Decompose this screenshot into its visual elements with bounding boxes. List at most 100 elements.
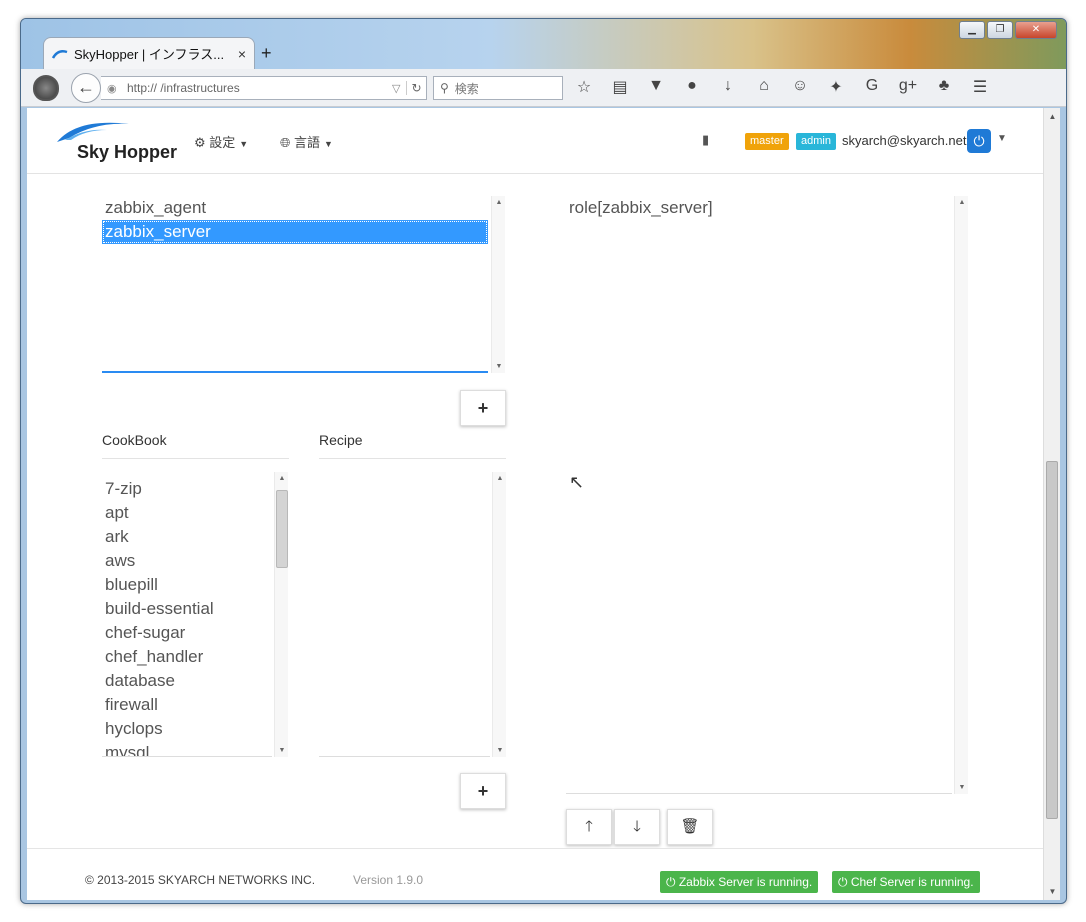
extension-icon[interactable]: ● — [681, 77, 703, 97]
add-recipe-button[interactable]: + — [460, 773, 506, 809]
cookbook-listbox[interactable]: 7-zip apt ark aws bluepill build-essential che… — [102, 477, 272, 757]
gears-icon: ⚙ — [194, 135, 206, 150]
power-icon[interactable]: ⏻ — [967, 129, 991, 153]
page-scrollbar[interactable]: ▲ ▼ — [1043, 108, 1060, 900]
add-role-button[interactable]: + — [460, 390, 506, 426]
page-info-icon[interactable]: ◉ — [107, 82, 121, 95]
chef-status-badge: ⏻ Chef Server is running. — [832, 871, 980, 893]
search-input[interactable]: ⚲ 検索 — [433, 76, 563, 100]
settings-menu[interactable]: ⚙ 設定 ▼ — [194, 132, 248, 151]
scroll-up-icon[interactable]: ▲ — [275, 475, 289, 482]
url-bar[interactable]: ◉ http:// /infrastructures ▽ ↻ — [101, 76, 427, 100]
cookbook-item[interactable]: chef-sugar — [102, 621, 272, 645]
admin-badge: admin — [796, 133, 836, 150]
runlist-item[interactable]: role[zabbix_server] — [566, 196, 952, 220]
app-header: Sky Hopper ⚙ 設定 ▼ 🌐︎ 言語 ▼ ▮ master admin s… — [27, 108, 1043, 174]
cookbook-item[interactable]: 7-zip — [102, 477, 272, 501]
scroll-up-icon[interactable]: ▲ — [1044, 108, 1061, 125]
reading-list-icon[interactable]: ▤ — [609, 77, 631, 97]
pocket-icon[interactable]: ▼ — [645, 77, 667, 97]
scroll-down-icon[interactable]: ▼ — [493, 747, 507, 754]
bookmark-star-icon[interactable]: ☆ — [573, 77, 595, 97]
logo-text: Sky Hopper — [77, 142, 178, 162]
browser-tab[interactable]: SkyHopper | インフラス... × — [43, 37, 255, 69]
close-window-button[interactable]: ✕ — [1015, 21, 1057, 39]
settings-menu-label: 設定 — [209, 135, 236, 150]
url-text[interactable]: http:// /infrastructures — [121, 81, 386, 95]
cookbook-item[interactable]: apt — [102, 501, 272, 525]
menu-icon[interactable]: ☰ — [969, 77, 991, 97]
recipe-listbox[interactable] — [319, 472, 490, 757]
comment-icon[interactable]: ▮ — [702, 132, 709, 148]
cookbook-heading: CookBook — [102, 432, 289, 459]
delete-button[interactable]: 🗑︎ — [667, 809, 713, 845]
scroll-up-icon[interactable]: ▲ — [493, 475, 507, 482]
runlist-scrollbar[interactable]: ▲ ▼ — [954, 196, 968, 794]
cookbook-item[interactable]: firewall — [102, 693, 272, 717]
roles-scrollbar[interactable]: ▲ ▼ — [491, 196, 505, 373]
shield-icon[interactable] — [33, 75, 59, 101]
search-placeholder: 検索 — [454, 81, 479, 96]
language-menu-label: 言語 — [294, 135, 321, 150]
move-down-button[interactable]: 🡓 — [614, 809, 660, 845]
browser-toolbar: ← ◉ http:// /infrastructures ▽ ↻ ⚲ 検索 ☆ … — [21, 69, 1066, 107]
power-icon: ⏻ — [838, 875, 848, 889]
download-icon[interactable]: ↓ — [717, 77, 739, 97]
recipe-scrollbar[interactable]: ▲ ▼ — [492, 472, 506, 757]
mouse-cursor-icon: ↖ — [569, 472, 585, 492]
power-icon: ⏻ — [666, 875, 676, 889]
scroll-up-icon[interactable]: ▲ — [492, 199, 506, 206]
tab-close-icon[interactable]: × — [238, 46, 246, 62]
globe-icon: 🌐︎ — [280, 135, 291, 150]
runlist-listbox[interactable]: role[zabbix_server] — [566, 196, 952, 794]
maximize-button[interactable]: ❐ — [987, 21, 1013, 39]
google-plus-icon[interactable]: g+ — [897, 77, 919, 97]
back-button[interactable]: ← — [71, 73, 101, 103]
cookbook-item[interactable]: chef_handler — [102, 645, 272, 669]
home-icon[interactable]: ⌂ — [753, 77, 775, 97]
cookbook-item[interactable]: mysql — [102, 741, 272, 756]
scroll-down-icon[interactable]: ▼ — [955, 784, 969, 791]
new-tab-button[interactable]: + — [261, 43, 272, 64]
chevron-down-icon[interactable]: ▼ — [997, 133, 1007, 144]
cookbook-scrollbar[interactable]: ▲ ▼ — [274, 472, 288, 757]
tab-title: SkyHopper | インフラス... — [74, 47, 225, 62]
addon-icon[interactable]: ✦ — [825, 77, 847, 97]
cookbook-item[interactable]: ark — [102, 525, 272, 549]
chef-status-text: Chef Server is running. — [850, 875, 974, 889]
minimize-button[interactable]: ▁ — [959, 21, 985, 39]
page-scroll-thumb[interactable] — [1046, 461, 1058, 819]
scroll-down-icon[interactable]: ▼ — [1044, 883, 1061, 900]
toolbar-icons: ☆ ▤ ▼ ● ↓ ⌂ ☺ ✦ G g+ ♣ ☰ — [573, 77, 991, 97]
url-dropdown-icon[interactable]: ▽ — [392, 82, 406, 95]
cookbook-item[interactable]: database — [102, 669, 272, 693]
move-up-button[interactable]: 🡑 — [566, 809, 612, 845]
recipe-heading: Recipe — [319, 432, 506, 459]
copyright-text: © 2013-2015 SKYARCH NETWORKS INC. — [85, 873, 316, 887]
browser-window: SkyHopper | インフラス... × + ▁ ❐ ✕ ← ◉ http:… — [20, 18, 1067, 904]
gmail-icon[interactable]: G — [861, 77, 883, 97]
role-item[interactable]: zabbix_server — [102, 220, 488, 244]
roles-listbox[interactable]: zabbix_agent zabbix_server — [102, 196, 488, 373]
cookbook-item[interactable]: hyclops — [102, 717, 272, 741]
scroll-down-icon[interactable]: ▼ — [275, 747, 289, 754]
smiley-icon[interactable]: ☺ — [789, 77, 811, 97]
skyhopper-logo[interactable]: Sky Hopper — [55, 116, 177, 166]
role-item[interactable]: zabbix_agent — [102, 196, 488, 220]
title-bar: SkyHopper | インフラス... × + ▁ ❐ ✕ — [21, 19, 1066, 69]
language-menu[interactable]: 🌐︎ 言語 ▼ — [280, 132, 333, 151]
scroll-up-icon[interactable]: ▲ — [955, 199, 969, 206]
trash-icon: 🗑︎ — [680, 818, 700, 835]
cookbook-item[interactable]: aws — [102, 549, 272, 573]
addon-green-icon[interactable]: ♣ — [933, 77, 955, 97]
scroll-thumb[interactable] — [276, 490, 288, 568]
master-badge: master — [745, 133, 789, 150]
scroll-down-icon[interactable]: ▼ — [492, 363, 506, 370]
cookbook-item[interactable]: bluepill — [102, 573, 272, 597]
chevron-down-icon: ▼ — [239, 139, 249, 149]
user-email[interactable]: skyarch@skyarch.net — [842, 133, 966, 148]
arrow-up-icon: 🡑 — [585, 818, 593, 835]
cookbook-item[interactable]: build-essential — [102, 597, 272, 621]
zabbix-status-text: Zabbix Server is running. — [678, 875, 813, 889]
reload-icon[interactable]: ↻ — [406, 81, 426, 95]
